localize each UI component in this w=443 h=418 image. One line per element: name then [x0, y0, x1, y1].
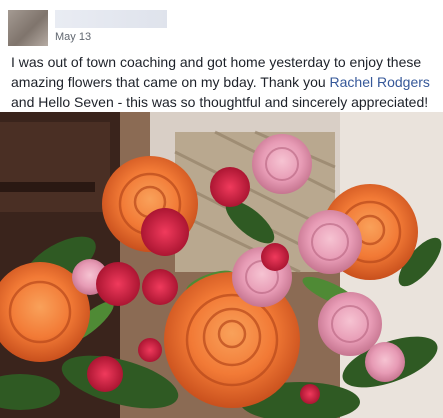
pink-rose	[252, 134, 312, 194]
red-carnation	[96, 262, 140, 306]
red-carnation	[210, 167, 250, 207]
post-date[interactable]: May 13	[55, 30, 91, 44]
mention-link[interactable]: Rachel Rodgers	[330, 74, 430, 90]
red-carnation	[142, 269, 178, 305]
post-text-after: and Hello Seven - this was so thoughtful…	[11, 94, 429, 110]
flower-bouquet-image	[0, 112, 443, 418]
red-carnation	[141, 208, 189, 256]
post-photo-flowers[interactable]	[0, 112, 443, 418]
author-avatar[interactable]	[8, 10, 48, 46]
red-carnation	[87, 356, 123, 392]
red-carnation	[138, 338, 162, 362]
pink-rose	[318, 292, 382, 356]
pink-rose	[298, 210, 362, 274]
pink-rose	[365, 342, 405, 382]
author-name-redacted[interactable]	[55, 10, 167, 28]
red-carnation	[261, 243, 289, 271]
red-carnation	[300, 384, 320, 404]
post-header: May 13	[0, 0, 443, 48]
facebook-post: May 13 I was out of town coaching and go…	[0, 0, 443, 418]
